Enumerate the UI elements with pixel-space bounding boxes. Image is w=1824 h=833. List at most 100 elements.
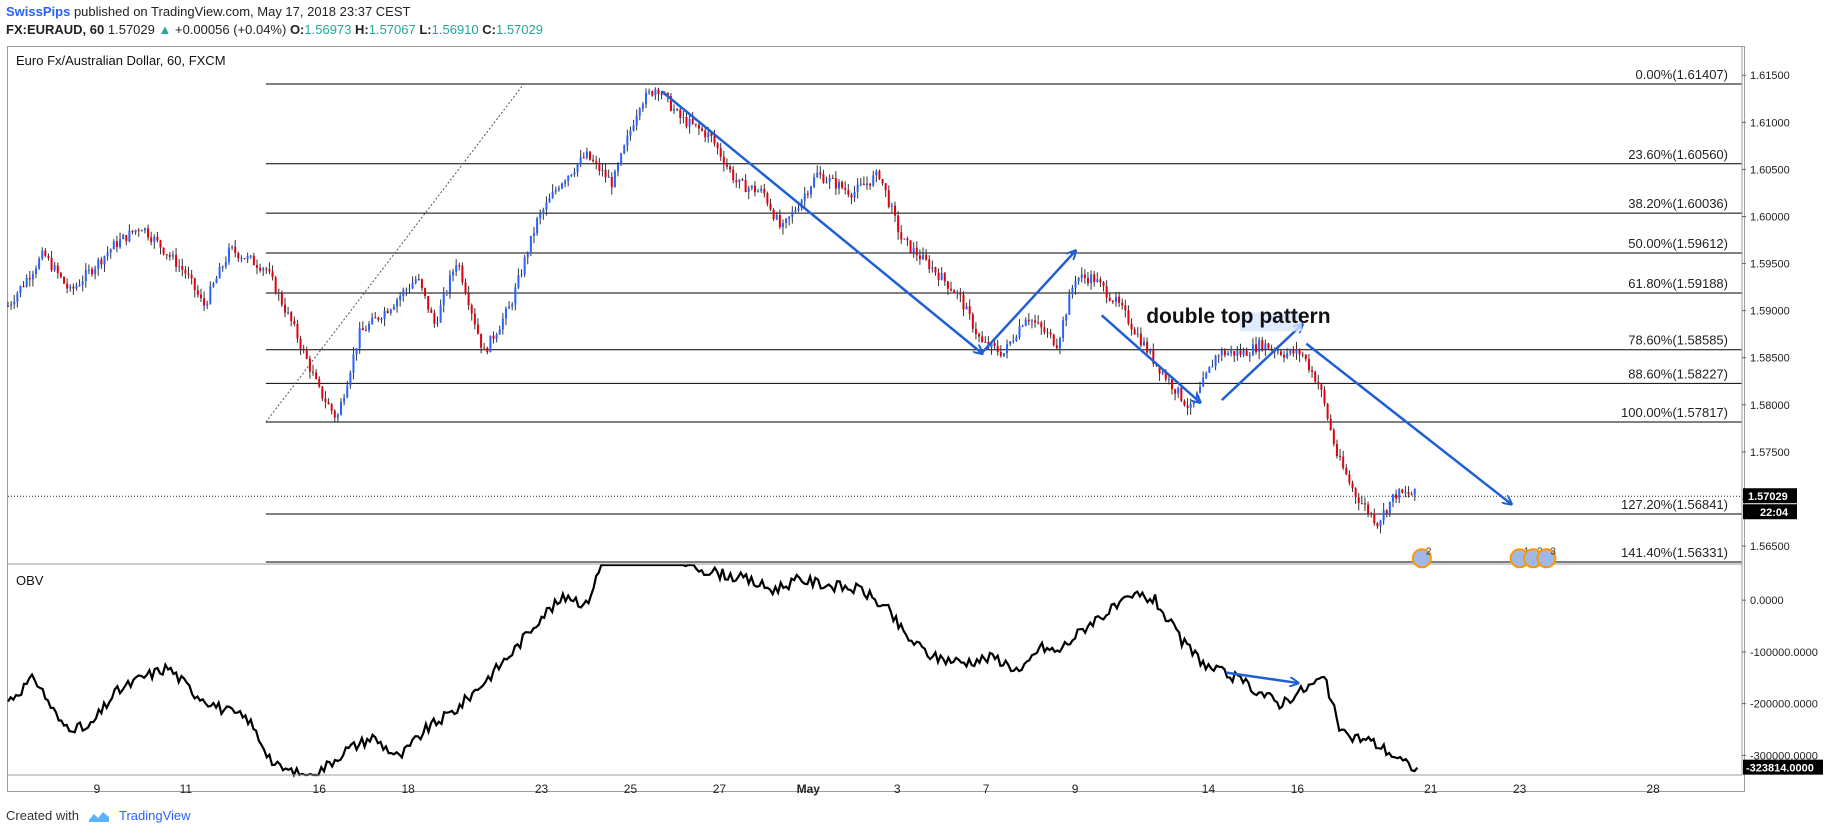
candle-body <box>91 269 94 275</box>
candle-body <box>321 386 324 399</box>
trend-arrow <box>1305 342 1511 504</box>
candle-body <box>1214 355 1217 367</box>
candle-body <box>604 169 607 178</box>
candle-body <box>115 241 118 248</box>
candle-body <box>1124 305 1127 311</box>
candle-body <box>296 323 299 339</box>
candle-body <box>1295 349 1298 354</box>
candle-body <box>1133 329 1136 335</box>
trend-arrow <box>1100 314 1200 402</box>
candle-body <box>1180 387 1183 401</box>
candle-body <box>430 309 433 313</box>
candle-body <box>368 323 371 331</box>
candle-body <box>978 334 981 337</box>
candle-body <box>333 410 336 418</box>
candle-body <box>1223 350 1226 356</box>
candle-body <box>352 354 355 373</box>
obv-tick-label: -200000.0000 <box>1750 699 1818 711</box>
candle-body <box>203 298 206 306</box>
candle-body <box>1404 492 1407 494</box>
candle-body <box>691 118 694 124</box>
price-tick-label: 1.61500 <box>1750 70 1790 82</box>
time-tick-label: 16 <box>313 782 327 796</box>
candle-body <box>834 178 837 189</box>
candle-body <box>392 306 395 310</box>
candle-body <box>246 255 249 259</box>
candle-body <box>1363 503 1366 505</box>
candle-body <box>35 268 38 274</box>
candle-body <box>1171 379 1174 390</box>
candle-body <box>1177 387 1180 394</box>
candle-body <box>1304 354 1307 360</box>
candle-body <box>1267 343 1270 349</box>
candle-body <box>417 279 420 281</box>
candle-body <box>255 265 258 268</box>
price-chart[interactable]: 0.00%(1.61407) 23.60%(1.60560) 38.20%(1.60… <box>0 0 1824 833</box>
candle-body <box>968 306 971 315</box>
candle-body <box>1410 494 1413 496</box>
candle-body <box>383 310 386 320</box>
candle-body <box>1301 354 1304 356</box>
candle-body <box>72 286 75 289</box>
candle-body <box>613 171 616 188</box>
candle-body <box>358 328 361 349</box>
candle-body <box>769 203 772 210</box>
candle-body <box>287 312 290 314</box>
tradingview-link[interactable]: TradingView <box>119 808 191 823</box>
candle-body <box>467 293 470 306</box>
candle-body <box>757 191 760 193</box>
candle-body <box>813 177 816 187</box>
candle-body <box>128 230 131 242</box>
candle-body <box>414 279 417 283</box>
candle-body <box>498 329 501 335</box>
candle-body <box>934 267 937 273</box>
candle-body <box>315 372 318 379</box>
candle-body <box>847 189 850 195</box>
candle-body <box>1258 340 1261 353</box>
time-tick-label: 23 <box>1513 782 1527 796</box>
candle-body <box>1370 513 1373 515</box>
candle-body <box>212 283 215 287</box>
candle-body <box>1139 333 1142 346</box>
candle-body <box>645 92 648 105</box>
candle-body <box>346 385 349 398</box>
candle-body <box>424 288 427 296</box>
candle-body <box>865 183 868 185</box>
candle-body <box>38 258 41 269</box>
candle-body <box>470 305 473 314</box>
candle-body <box>280 293 283 305</box>
candle-body <box>856 184 859 192</box>
candle-body <box>1205 372 1208 378</box>
candle-body <box>688 118 691 127</box>
candle-body <box>1114 296 1117 303</box>
candle-body <box>439 305 442 323</box>
candle-body <box>131 230 134 233</box>
candle-body <box>1320 384 1323 390</box>
obv-tick-label: 0.0000 <box>1750 595 1784 607</box>
candle-body <box>1248 355 1251 357</box>
candle-body <box>626 135 629 146</box>
candle-body <box>206 303 209 306</box>
candle-body <box>610 176 613 188</box>
candle-body <box>268 269 271 272</box>
candle-body <box>283 304 286 313</box>
candle-body <box>514 287 517 305</box>
annotations: double top pattern2123 <box>660 90 1557 683</box>
candle-body <box>445 292 448 294</box>
candle-body <box>156 236 159 241</box>
candle-body <box>592 159 595 162</box>
candle-body <box>1055 345 1058 349</box>
candle-body <box>84 270 87 282</box>
candle-body <box>436 322 439 324</box>
candle-body <box>1009 341 1012 345</box>
candle-body <box>570 174 573 176</box>
candle-body <box>701 128 704 131</box>
candle-body <box>841 181 844 188</box>
candle-body <box>1332 429 1335 444</box>
candle-body <box>906 238 909 241</box>
event-marker-count: 2 <box>1426 546 1432 557</box>
candle-body <box>1401 489 1404 493</box>
candle-body <box>1230 351 1233 354</box>
candle-body <box>122 235 125 240</box>
candle-body <box>492 335 495 339</box>
